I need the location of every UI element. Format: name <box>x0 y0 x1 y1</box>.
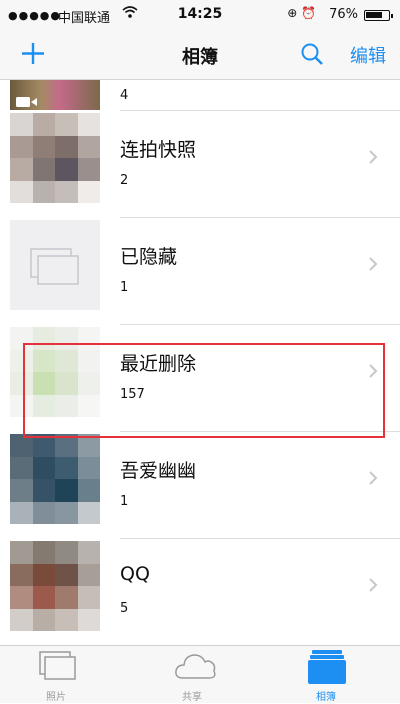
album-thumbnail <box>10 113 100 203</box>
photos-icon <box>39 651 76 680</box>
album-row-qq[interactable]: QQ 5 <box>0 539 400 645</box>
albums-icon <box>308 650 346 684</box>
plus-icon[interactable] <box>18 38 48 68</box>
battery-percent: 76% <box>329 7 358 22</box>
album-thumbnail <box>10 541 100 631</box>
chevron-right-icon <box>369 578 378 592</box>
status-bar: ●●●●● 中国联通 14:25 ⊕ ⏰ 76% <box>0 0 400 30</box>
chevron-right-icon <box>369 257 378 271</box>
battery-icon <box>364 10 393 21</box>
album-count: 4 <box>120 88 129 103</box>
album-title: 已隐藏 <box>120 246 178 268</box>
chevron-right-icon <box>369 471 378 485</box>
tab-bar: 照片 共享 相簿 <box>0 645 400 703</box>
album-row-hidden[interactable]: 已隐藏 1 <box>0 218 400 325</box>
lock-alarm-icon: ⊕ ⏰ <box>287 6 316 20</box>
chevron-right-icon <box>369 150 378 164</box>
album-row-bursts[interactable]: 连拍快照 2 <box>0 111 400 218</box>
tab-label: 共享 <box>182 692 202 703</box>
tab-photos[interactable]: 照片 <box>6 646 106 704</box>
video-camera-icon <box>16 97 37 107</box>
album-count: 2 <box>120 173 129 188</box>
album-title: 连拍快照 <box>120 139 197 161</box>
album-thumbnail <box>10 80 100 110</box>
album-count: 1 <box>120 280 129 295</box>
album-row-video[interactable]: 4 <box>0 80 400 111</box>
album-count: 1 <box>120 494 129 509</box>
edit-button[interactable]: 编辑 <box>350 42 386 68</box>
page-title: 相簿 <box>182 47 218 68</box>
tab-label: 相簿 <box>316 692 336 703</box>
album-title: 吾爱幽幽 <box>120 460 197 482</box>
tab-shared[interactable]: 共享 <box>142 646 242 704</box>
album-title: QQ <box>120 563 150 585</box>
album-thumbnail <box>10 220 100 310</box>
navigation-bar: 相簿 编辑 <box>0 30 400 80</box>
album-row-custom[interactable]: 吾爱幽幽 1 <box>0 432 400 539</box>
album-thumbnail <box>10 434 100 524</box>
album-count: 5 <box>120 601 129 616</box>
search-icon[interactable] <box>300 42 324 70</box>
tab-label: 照片 <box>46 692 66 703</box>
hidden-album-icon <box>30 248 79 285</box>
highlight-box <box>23 343 385 438</box>
tab-albums[interactable]: 相簿 <box>276 646 376 704</box>
cloud-icon <box>175 654 216 679</box>
